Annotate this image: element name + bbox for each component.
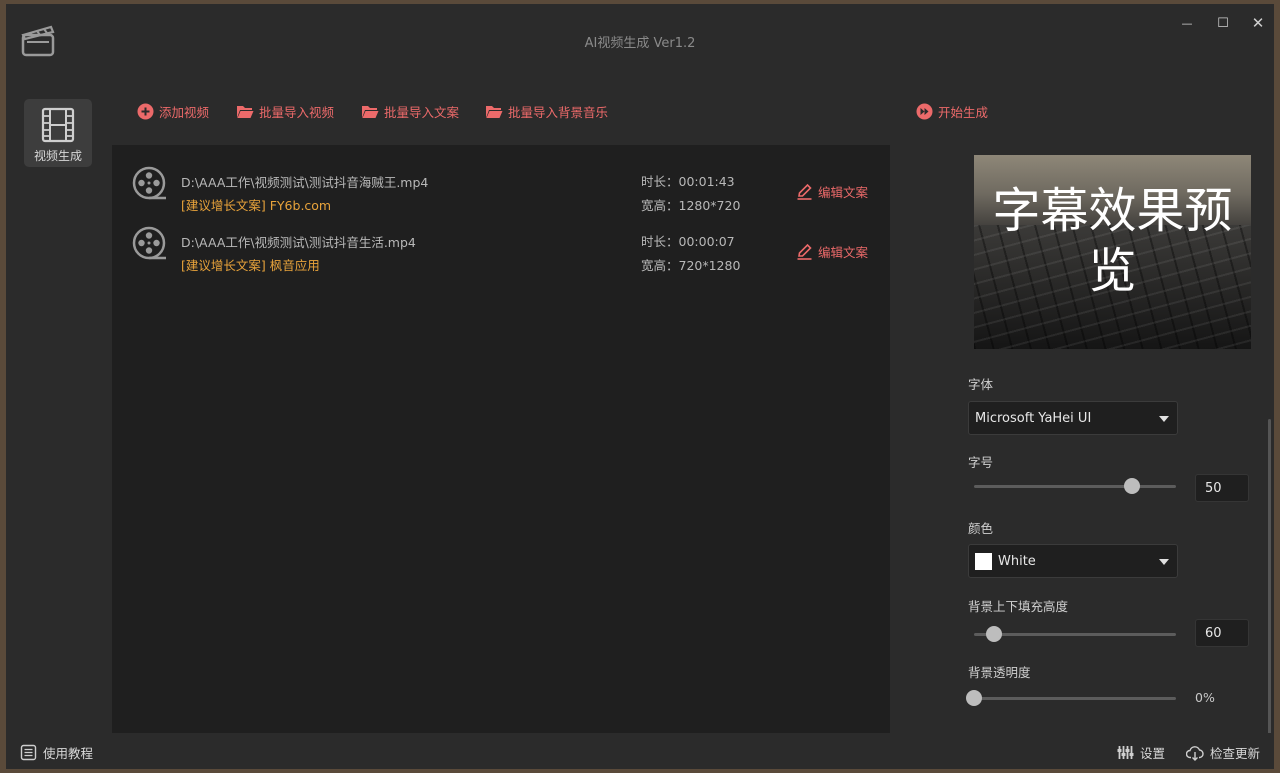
list-item[interactable]: D:\AAA工作\视频测试\测试抖音生活.mp4 [建议增长文案] 枫音应用 时… [112, 212, 890, 273]
font-select-value: Microsoft YaHei UI [975, 410, 1092, 426]
fast-forward-circle-icon [916, 103, 933, 119]
maximize-button[interactable]: ☐ [1209, 12, 1237, 34]
edit-script-button[interactable]: 编辑文案 [796, 182, 868, 201]
add-video-button[interactable]: 添加视频 [137, 101, 209, 121]
add-video-label: 添加视频 [159, 104, 210, 120]
settings-scrollbar[interactable] [1268, 419, 1271, 735]
font-size-label: 字号 [968, 455, 994, 470]
video-path: D:\AAA工作\视频测试\测试抖音海贼王.mp4 [181, 175, 429, 190]
settings-button[interactable]: 设置 [1117, 743, 1165, 762]
bg-padding-input[interactable]: 60 [1195, 619, 1249, 647]
bg-padding-slider[interactable] [974, 626, 1176, 642]
cloud-download-icon [1186, 745, 1204, 761]
start-generate-label: 开始生成 [938, 104, 989, 120]
window-title: AI视频生成 Ver1.2 [584, 36, 696, 51]
edit-script-label: 编辑文案 [818, 245, 869, 260]
video-path: D:\AAA工作\视频测试\测试抖音生活.mp4 [181, 235, 416, 250]
document-list-icon [20, 744, 37, 761]
close-button[interactable]: ✕ [1244, 12, 1272, 34]
minimize-icon: — [1181, 16, 1193, 30]
subtitle-settings-panel: 字幕效果预览 字体 Microsoft YaHei UI 字号 50 颜色 Wh… [890, 145, 1274, 733]
pencil-icon [797, 243, 812, 260]
slider-handle[interactable] [986, 626, 1003, 642]
film-reel-icon [132, 166, 166, 200]
color-swatch [975, 552, 992, 570]
preview-text: 字幕效果预览 [992, 183, 1233, 299]
color-select[interactable]: White [968, 544, 1178, 578]
video-size: 宽高：720*1280 [641, 258, 741, 273]
import-music-label: 批量导入背景音乐 [508, 104, 609, 120]
bg-opacity-value: 0% [1195, 690, 1215, 705]
color-select-value: White [998, 553, 1036, 569]
caret-down-icon [1159, 416, 1169, 422]
list-item[interactable]: D:\AAA工作\视频测试\测试抖音海贼王.mp4 [建议增长文案] FY6b.… [112, 152, 890, 213]
title-bar[interactable]: AI视频生成 Ver1.2 — ☐ ✕ [6, 4, 1274, 77]
edit-script-button[interactable]: 编辑文案 [796, 242, 868, 261]
bg-opacity-label: 背景透明度 [968, 665, 1031, 680]
video-tip: [建议增长文案] 枫音应用 [181, 258, 320, 273]
video-duration: 时长：00:00:07 [641, 234, 735, 249]
sidebar: 视频生成 [6, 77, 112, 733]
bg-padding-label: 背景上下填充高度 [968, 599, 1069, 614]
slider-handle[interactable] [1123, 478, 1140, 494]
tutorial-button[interactable]: 使用教程 [20, 743, 93, 762]
sidebar-item-video-generate[interactable]: 视频生成 [24, 99, 92, 167]
film-icon [41, 107, 75, 143]
start-generate-button[interactable]: 开始生成 [916, 101, 988, 121]
import-scripts-label: 批量导入文案 [384, 104, 460, 120]
subtitle-preview: 字幕效果预览 [974, 155, 1251, 349]
bg-opacity-slider[interactable] [966, 690, 1176, 706]
status-bar: 使用教程 设置 检查更新 [6, 733, 1274, 769]
slider-track [974, 485, 1176, 488]
film-reel-icon [132, 226, 166, 260]
slider-handle[interactable] [966, 690, 982, 706]
tutorial-label: 使用教程 [43, 746, 94, 761]
font-size-input[interactable]: 50 [1195, 474, 1249, 502]
folder-open-icon [237, 105, 254, 118]
pencil-icon [797, 183, 812, 200]
sliders-icon [1117, 746, 1134, 759]
sidebar-item-label: 视频生成 [33, 149, 82, 163]
settings-label: 设置 [1140, 746, 1166, 761]
video-duration: 时长：00:01:43 [641, 174, 735, 189]
toolbar: 添加视频 批量导入视频 批量导入文案 批量导入背景音乐 开始生成 [112, 77, 1274, 145]
folder-open-icon [486, 105, 503, 118]
import-videos-button[interactable]: 批量导入视频 [236, 101, 334, 121]
font-label: 字体 [968, 377, 994, 392]
color-label: 颜色 [968, 521, 994, 536]
folder-open-icon [362, 105, 379, 118]
caret-down-icon [1159, 559, 1169, 565]
check-update-label: 检查更新 [1210, 746, 1261, 761]
slider-track [974, 697, 1176, 700]
font-select[interactable]: Microsoft YaHei UI [968, 401, 1178, 435]
check-update-button[interactable]: 检查更新 [1186, 743, 1260, 762]
font-size-slider[interactable] [974, 478, 1176, 494]
slider-track [974, 633, 1176, 636]
maximize-icon: ☐ [1217, 15, 1229, 31]
import-music-button[interactable]: 批量导入背景音乐 [485, 101, 608, 121]
video-list: D:\AAA工作\视频测试\测试抖音海贼王.mp4 [建议增长文案] FY6b.… [112, 145, 890, 733]
close-icon: ✕ [1251, 14, 1265, 32]
edit-script-label: 编辑文案 [818, 185, 869, 200]
import-scripts-button[interactable]: 批量导入文案 [361, 101, 459, 121]
app-window: AI视频生成 Ver1.2 — ☐ ✕ 视频生成 添加视频 批量导入视频 批量导… [6, 4, 1274, 769]
import-videos-label: 批量导入视频 [259, 104, 335, 120]
minimize-button[interactable]: — [1173, 12, 1201, 34]
plus-circle-icon [137, 103, 154, 119]
